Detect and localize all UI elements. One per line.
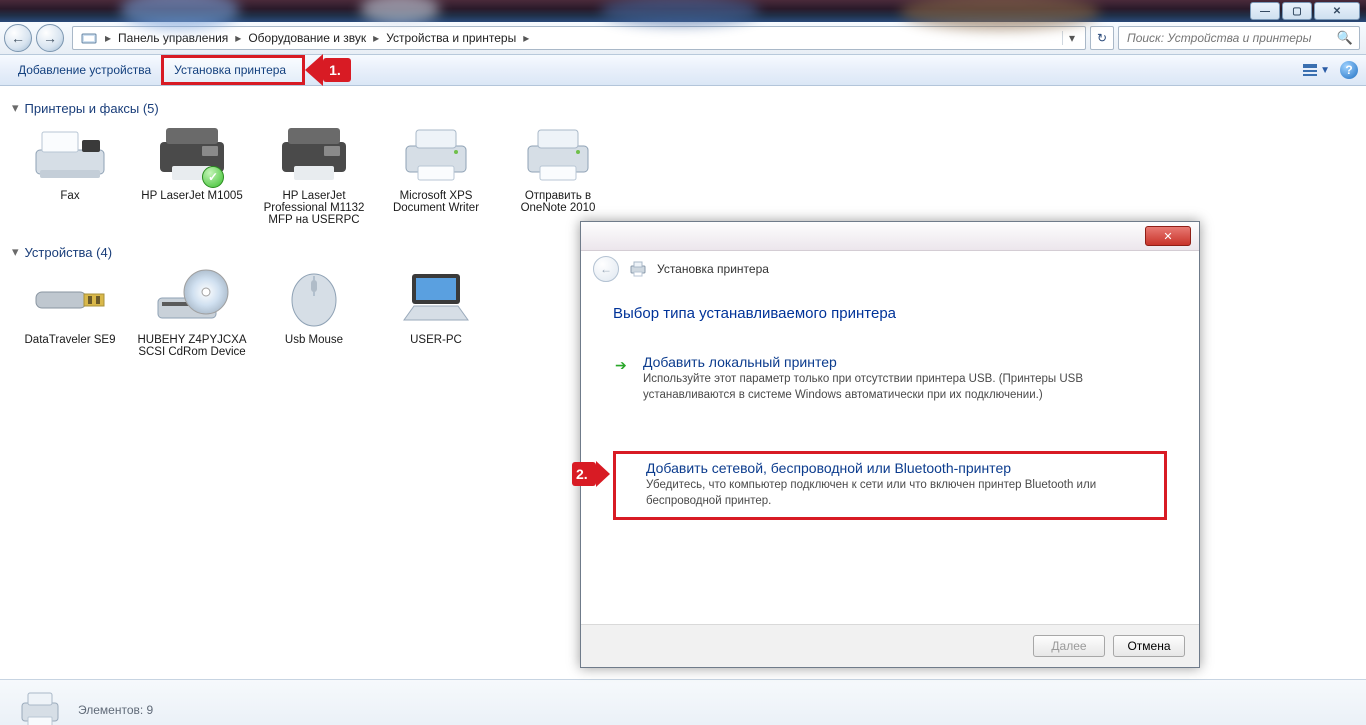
option-title: Добавить сетевой, беспроводной или Bluet… — [646, 460, 1156, 476]
install-printer-button[interactable]: Установка принтера — [161, 55, 305, 85]
breadcrumb-bar[interactable]: ▸ Панель управления ▸ Оборудование и зву… — [72, 26, 1086, 50]
address-dropdown[interactable]: ▾ — [1062, 31, 1081, 45]
nav-forward-button[interactable]: → — [36, 24, 64, 52]
window-titlebar: — ▢ ✕ — [0, 0, 1366, 22]
window-close-button[interactable]: ✕ — [1314, 2, 1360, 20]
dialog-button-row: Далее Отмена — [581, 624, 1199, 667]
printer-item[interactable]: Microsoft XPS Document Writer — [380, 122, 492, 226]
device-icon — [274, 266, 354, 330]
dialog-heading: Выбор типа устанавливаемого принтера — [613, 305, 1167, 322]
breadcrumb-item[interactable]: Устройства и принтеры — [383, 30, 519, 46]
printer-item[interactable]: HP LaserJet Professional M1132 MFP на US… — [258, 122, 370, 226]
search-icon: 🔍 — [1337, 30, 1353, 46]
device-icon — [518, 122, 598, 186]
device-icon — [274, 122, 354, 186]
callout-1: 1. — [323, 58, 351, 82]
group-label: Устройства (4) — [25, 245, 113, 260]
item-label: Usb Mouse — [258, 334, 370, 346]
item-label: Fax — [14, 190, 126, 202]
search-box[interactable]: 🔍 — [1118, 26, 1360, 50]
printer-item[interactable]: Fax — [14, 122, 126, 226]
item-label: HUBEHY Z4PYJCXA SCSI CdRom Device — [136, 334, 248, 358]
device-item[interactable]: Usb Mouse — [258, 266, 370, 358]
minimize-button[interactable]: — — [1250, 2, 1280, 20]
printer-icon — [14, 689, 66, 725]
callout-2: 2. — [572, 462, 596, 486]
device-icon — [30, 266, 110, 330]
dialog-titlebar[interactable]: ✕ — [581, 222, 1199, 251]
option-add-network-printer[interactable]: 2. Добавить сетевой, беспроводной или Bl… — [613, 451, 1167, 520]
group-header-printers[interactable]: ▾ Принтеры и факсы (5) — [12, 100, 1356, 116]
dialog-back-button[interactable]: ← — [593, 256, 619, 282]
option-add-local-printer[interactable]: ➔ Добавить локальный принтер Используйте… — [613, 346, 1167, 413]
option-desc: Используйте этот параметр только при отс… — [643, 372, 1159, 403]
default-badge-icon: ✓ — [202, 166, 224, 188]
view-mode-button[interactable]: ▼ — [1302, 63, 1330, 77]
device-icon — [396, 266, 476, 330]
chevron-right-icon: ▸ — [233, 31, 243, 45]
status-bar: Элементов: 9 — [0, 679, 1366, 725]
chevron-right-icon: ▸ — [371, 31, 381, 45]
help-button[interactable]: ? — [1340, 61, 1358, 79]
item-label: HP LaserJet Professional M1132 MFP на US… — [258, 190, 370, 226]
item-label: USER-PC — [380, 334, 492, 346]
item-label: HP LaserJet M1005 — [136, 190, 248, 202]
breadcrumb-item[interactable]: Панель управления — [115, 30, 231, 46]
chevron-right-icon: ▸ — [521, 31, 531, 45]
device-icon — [396, 122, 476, 186]
device-item[interactable]: HUBEHY Z4PYJCXA SCSI CdRom Device — [136, 266, 248, 358]
add-device-button[interactable]: Добавление устройства — [8, 59, 161, 81]
dialog-title-text: Установка принтера — [657, 262, 769, 276]
next-button[interactable]: Далее — [1033, 635, 1105, 657]
collapse-icon: ▾ — [12, 244, 19, 260]
dialog-header: ← Установка принтера — [581, 251, 1199, 287]
printer-icon — [629, 261, 647, 277]
device-icon: ✓ — [152, 122, 232, 186]
item-label: Microsoft XPS Document Writer — [380, 190, 492, 214]
item-label: DataTraveler SE9 — [14, 334, 126, 346]
status-label: Элементов: 9 — [78, 703, 153, 717]
command-bar: Добавление устройства Установка принтера… — [0, 55, 1366, 86]
device-icon — [152, 266, 232, 330]
device-item[interactable]: USER-PC — [380, 266, 492, 358]
option-title: Добавить локальный принтер — [643, 354, 1159, 370]
arrow-right-icon: ➔ — [615, 357, 627, 374]
nav-back-button[interactable]: ← — [4, 24, 32, 52]
cancel-button[interactable]: Отмена — [1113, 635, 1185, 657]
printer-item[interactable]: ✓ HP LaserJet M1005 — [136, 122, 248, 226]
maximize-button[interactable]: ▢ — [1282, 2, 1312, 20]
printers-list: Fax ✓ HP LaserJet M1005 HP LaserJet Profess… — [14, 122, 1356, 226]
chevron-right-icon: ▸ — [103, 31, 113, 45]
dialog-close-button[interactable]: ✕ — [1145, 226, 1191, 246]
option-desc: Убедитесь, что компьютер подключен к сет… — [646, 478, 1156, 509]
search-input[interactable] — [1125, 30, 1337, 46]
device-icon — [30, 122, 110, 186]
group-label: Принтеры и факсы (5) — [25, 101, 159, 116]
location-icon — [77, 30, 101, 46]
item-label: Отправить в OneNote 2010 — [502, 190, 614, 214]
refresh-button[interactable]: ↻ — [1090, 26, 1114, 50]
collapse-icon: ▾ — [12, 100, 19, 116]
breadcrumb-item[interactable]: Оборудование и звук — [245, 30, 369, 46]
printer-item[interactable]: Отправить в OneNote 2010 — [502, 122, 614, 226]
add-printer-dialog: ✕ ← Установка принтера Выбор типа устана… — [580, 221, 1200, 668]
device-item[interactable]: DataTraveler SE9 — [14, 266, 126, 358]
